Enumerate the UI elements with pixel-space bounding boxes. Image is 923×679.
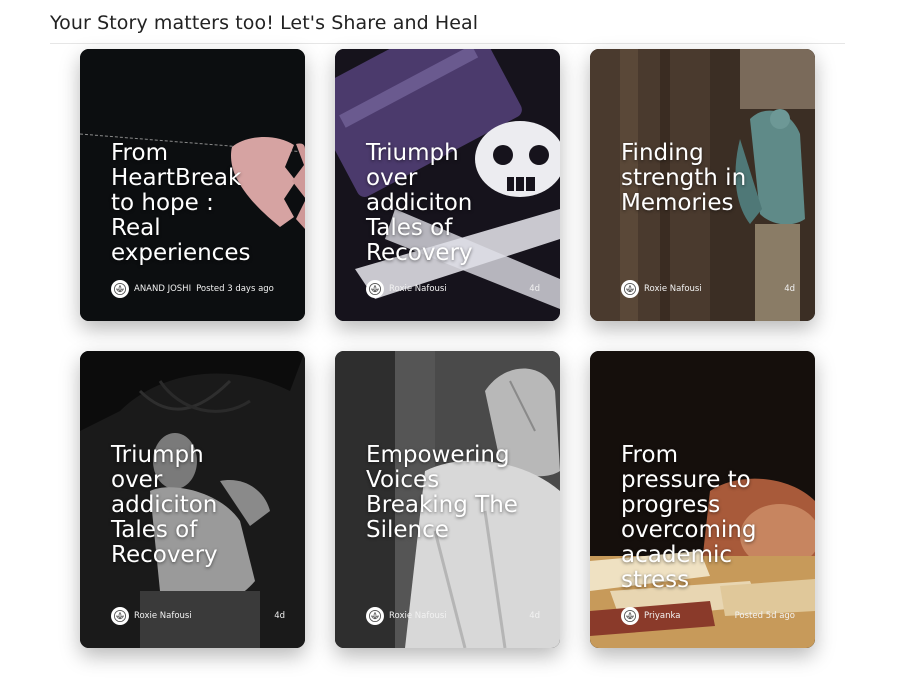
story-card[interactable]: Empowering Voices Breaking The Silence R… xyxy=(335,351,560,648)
author-name: ANAND JOSHI xyxy=(134,284,192,294)
lotus-logo-icon xyxy=(113,609,127,623)
page-title: Your Story matters too! Let's Share and … xyxy=(50,12,479,34)
lotus-logo-icon xyxy=(368,282,382,296)
post-time: 4d xyxy=(529,284,540,294)
card-title: Triumph over addiciton Tales of Recovery xyxy=(366,140,473,266)
lotus-logo-icon xyxy=(113,282,127,296)
lotus-logo-icon xyxy=(623,282,637,296)
story-card[interactable]: From HeartBreak to hope : Real experienc… xyxy=(80,49,305,321)
author-avatar xyxy=(366,280,384,298)
card-meta: Roxie Nafousi 4d xyxy=(366,279,540,299)
card-meta: Roxie Nafousi 4d xyxy=(621,279,795,299)
post-time: Posted 5d ago xyxy=(734,611,795,621)
author-avatar xyxy=(111,607,129,625)
story-card[interactable]: Triumph over addiciton Tales of Recovery… xyxy=(335,49,560,321)
author-avatar xyxy=(621,280,639,298)
post-time: 4d xyxy=(529,611,540,621)
story-card[interactable]: Triumph over addiciton Tales of Recovery… xyxy=(80,351,305,648)
post-time: 4d xyxy=(274,611,285,621)
lotus-logo-icon xyxy=(368,609,382,623)
card-meta: ANAND JOSHI Posted 3 days ago xyxy=(111,279,285,299)
author-name: Roxie Nafousi xyxy=(389,284,447,294)
post-time: 4d xyxy=(784,284,795,294)
lotus-logo-icon xyxy=(623,609,637,623)
card-title: Empowering Voices Breaking The Silence xyxy=(366,442,518,543)
card-title: Finding strength in Memories xyxy=(621,140,747,216)
card-title: Triumph over addiciton Tales of Recovery xyxy=(111,442,218,568)
post-time: Posted 3 days ago xyxy=(196,284,274,294)
author-avatar xyxy=(111,280,129,298)
author-avatar xyxy=(621,607,639,625)
author-name: Roxie Nafousi xyxy=(644,284,702,294)
author-avatar xyxy=(366,607,384,625)
card-title: From pressure to progress overcoming aca… xyxy=(621,442,757,593)
story-card[interactable]: Finding strength in Memories Roxie Nafou… xyxy=(590,49,815,321)
card-meta: Roxie Nafousi 4d xyxy=(111,606,285,626)
author-name: Roxie Nafousi xyxy=(134,611,192,621)
author-name: Roxie Nafousi xyxy=(389,611,447,621)
card-meta: Roxie Nafousi 4d xyxy=(366,606,540,626)
card-title: From HeartBreak to hope : Real experienc… xyxy=(111,140,251,266)
card-meta: Priyanka Posted 5d ago xyxy=(621,606,795,626)
story-card[interactable]: From pressure to progress overcoming aca… xyxy=(590,351,815,648)
author-name: Priyanka xyxy=(644,611,681,621)
heading-divider xyxy=(50,43,845,44)
